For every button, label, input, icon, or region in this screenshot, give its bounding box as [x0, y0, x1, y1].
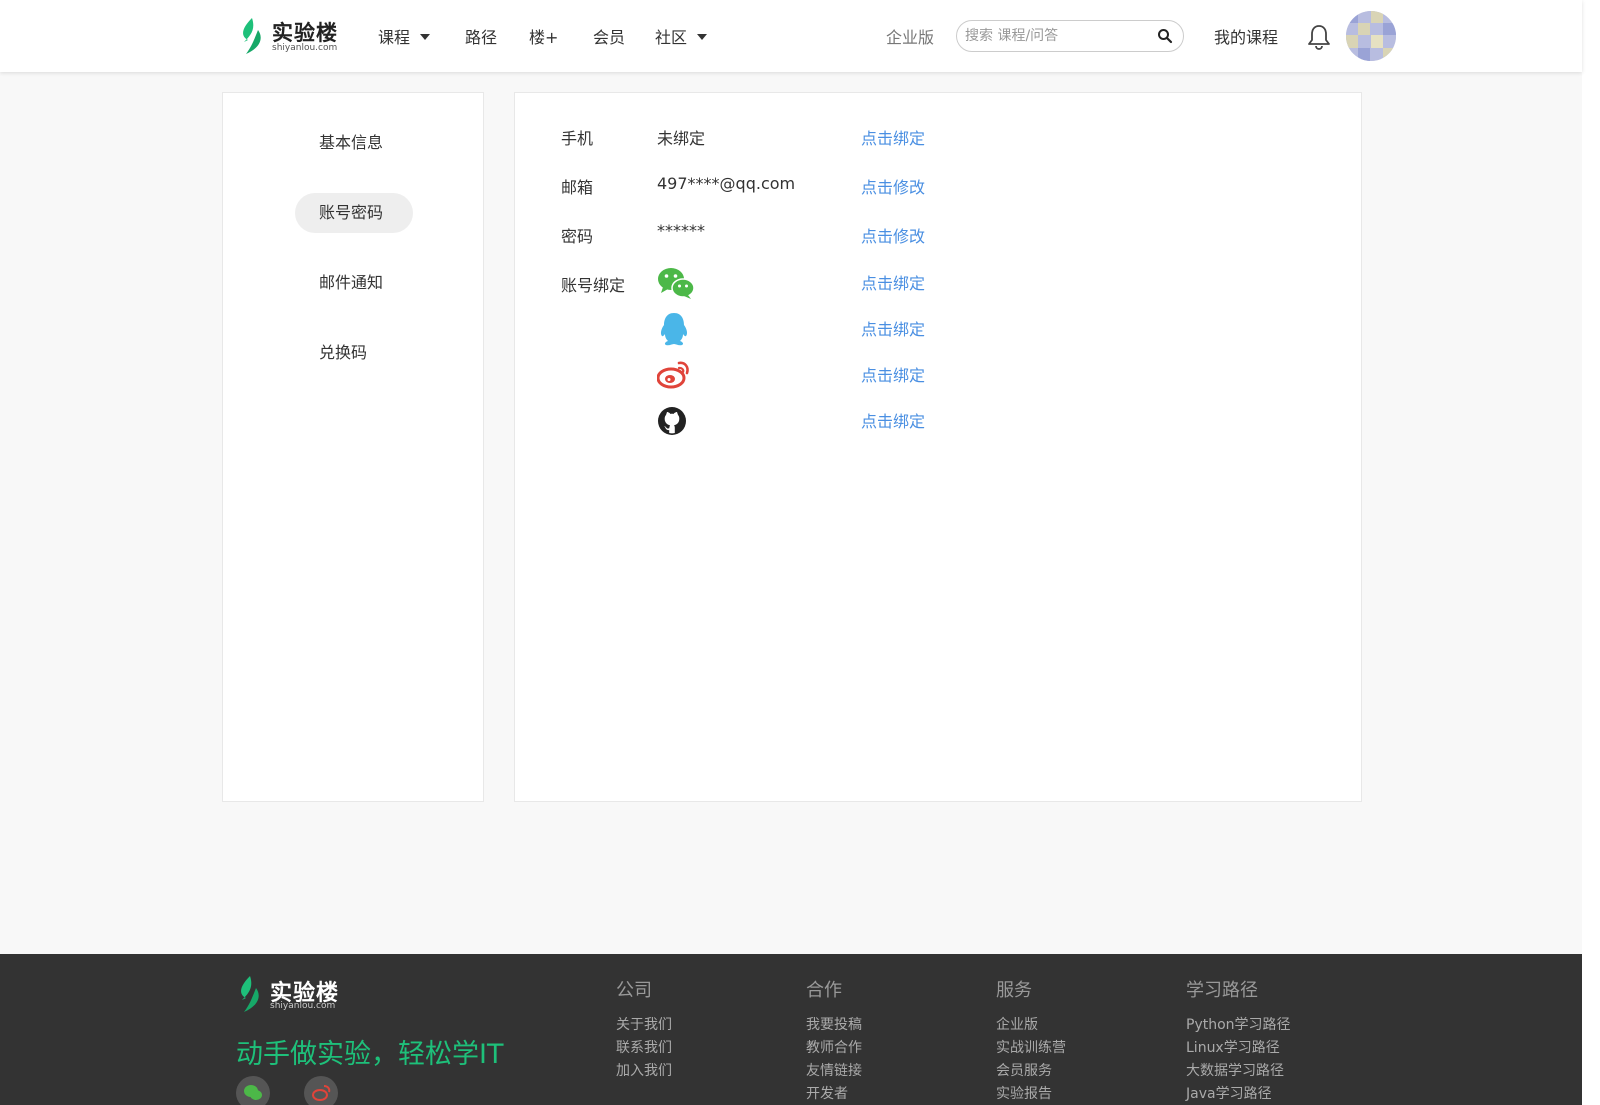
- wechat-icon: [658, 268, 695, 299]
- logo-domain: shiyanlou.com: [272, 43, 338, 53]
- nav-louplus-label: 楼+: [529, 28, 559, 47]
- nav-courses-label: 课程: [378, 28, 411, 47]
- site-footer: 实验楼 shiyanlou.com 动手做实验，轻松学IT 公司 关于我们 联系…: [0, 954, 1582, 1105]
- footer-weibo-icon[interactable]: [304, 1076, 338, 1105]
- phone-bind-link[interactable]: 点击绑定: [861, 125, 925, 149]
- avatar-image: [1346, 11, 1396, 61]
- footer-link[interactable]: 联系我们: [616, 1037, 672, 1060]
- footer-link[interactable]: 实验报告: [996, 1083, 1066, 1105]
- footer-link[interactable]: 加入我们: [616, 1060, 672, 1083]
- nav-vip-label: 会员: [593, 28, 626, 47]
- qq-icon: [660, 313, 688, 346]
- nav-community-label: 社区: [655, 28, 688, 47]
- footer-link[interactable]: 教师合作: [806, 1037, 862, 1060]
- chevron-down-icon: [697, 33, 708, 40]
- nav-community[interactable]: 社区: [655, 24, 708, 48]
- logo-leaf-icon: [243, 18, 261, 54]
- phone-label: 手机: [561, 129, 594, 148]
- password-value: ******: [657, 221, 705, 240]
- github-icon: [658, 407, 686, 435]
- password-edit-link[interactable]: 点击修改: [861, 223, 925, 247]
- footer-column-title: 公司: [616, 980, 652, 1001]
- user-avatar[interactable]: [1346, 11, 1396, 61]
- footer-logo[interactable]: 实验楼 shiyanlou.com: [236, 972, 346, 1016]
- footer-link[interactable]: Linux学习路径: [1186, 1037, 1291, 1060]
- search-icon[interactable]: [1157, 28, 1173, 44]
- settings-sidebar: 基本信息 账号密码 邮件通知 兑换码: [222, 92, 484, 802]
- scrollbar[interactable]: [1582, 0, 1600, 1105]
- site-logo[interactable]: 实验楼 shiyanlou.com: [238, 14, 348, 58]
- qq-bind-link[interactable]: 点击绑定: [861, 316, 925, 340]
- top-header: 实验楼 shiyanlou.com 课程 路径 楼+ 会员 社区 企业版 我的课…: [0, 0, 1582, 72]
- footer-link[interactable]: 企业版: [996, 1014, 1066, 1037]
- footer-column-title: 服务: [996, 980, 1032, 1001]
- footer-column-learning-paths: 学习路径 Python学习路径 Linux学习路径 大数据学习路径 Java学习…: [1186, 976, 1291, 1105]
- weibo-bind-link[interactable]: 点击绑定: [861, 362, 925, 386]
- nav-courses[interactable]: 课程: [378, 24, 431, 48]
- chevron-down-icon: [420, 33, 431, 40]
- nav-paths[interactable]: 路径: [465, 24, 497, 48]
- footer-link[interactable]: Python学习路径: [1186, 1014, 1291, 1037]
- footer-column-title: 合作: [806, 980, 842, 1001]
- footer-link[interactable]: 友情链接: [806, 1060, 862, 1083]
- weibo-icon: [657, 361, 689, 389]
- sidebar-item-account-password[interactable]: 账号密码: [295, 193, 413, 233]
- nav-paths-label: 路径: [465, 28, 498, 47]
- footer-link[interactable]: 开发者: [806, 1083, 862, 1105]
- github-bind-link[interactable]: 点击绑定: [861, 408, 925, 432]
- footer-wechat-icon[interactable]: [236, 1076, 270, 1105]
- footer-link[interactable]: 关于我们: [616, 1014, 672, 1037]
- footer-link[interactable]: 我要投稿: [806, 1014, 862, 1037]
- email-edit-link[interactable]: 点击修改: [861, 174, 925, 198]
- sidebar-item-basic-info[interactable]: 基本信息: [295, 123, 413, 163]
- notification-bell-icon[interactable]: [1306, 23, 1332, 51]
- footer-logo-domain: shiyanlou.com: [270, 1001, 336, 1011]
- nav-louplus[interactable]: 楼+: [529, 24, 558, 48]
- email-value: 497****@qq.com: [657, 174, 796, 193]
- sidebar-item-redeem-code[interactable]: 兑换码: [295, 333, 413, 373]
- email-label: 邮箱: [561, 178, 594, 197]
- sidebar-item-email-notice[interactable]: 邮件通知: [295, 263, 413, 303]
- footer-link[interactable]: Java学习路径: [1186, 1083, 1291, 1105]
- search-box: [956, 20, 1184, 52]
- wechat-bind-link[interactable]: 点击绑定: [861, 270, 925, 294]
- account-settings-panel: 手机 未绑定 点击绑定 邮箱 497****@qq.com 点击修改 密码 **…: [514, 92, 1362, 802]
- wechat-icon: [244, 1085, 262, 1100]
- my-courses-link[interactable]: 我的课程: [1214, 24, 1278, 48]
- phone-value: 未绑定: [657, 129, 706, 148]
- footer-column-company: 公司 关于我们 联系我们 加入我们: [616, 976, 672, 1083]
- password-label: 密码: [561, 227, 594, 246]
- footer-link[interactable]: 大数据学习路径: [1186, 1060, 1291, 1083]
- footer-column-services: 服务 企业版 实战训练营 会员服务 实验报告: [996, 976, 1066, 1105]
- search-input[interactable]: [965, 25, 1145, 47]
- footer-slogan: 动手做实验，轻松学IT: [236, 1039, 504, 1070]
- footer-column-title: 学习路径: [1186, 980, 1258, 1001]
- weibo-icon: [312, 1085, 331, 1101]
- account-binding-label: 账号绑定: [561, 276, 626, 295]
- footer-link[interactable]: 会员服务: [996, 1060, 1066, 1083]
- footer-link[interactable]: 实战训练营: [996, 1037, 1066, 1060]
- nav-vip[interactable]: 会员: [593, 24, 625, 48]
- footer-column-cooperation: 合作 我要投稿 教师合作 友情链接 开发者: [806, 976, 862, 1105]
- logo-leaf-icon: [241, 976, 259, 1012]
- enterprise-link[interactable]: 企业版: [886, 24, 934, 48]
